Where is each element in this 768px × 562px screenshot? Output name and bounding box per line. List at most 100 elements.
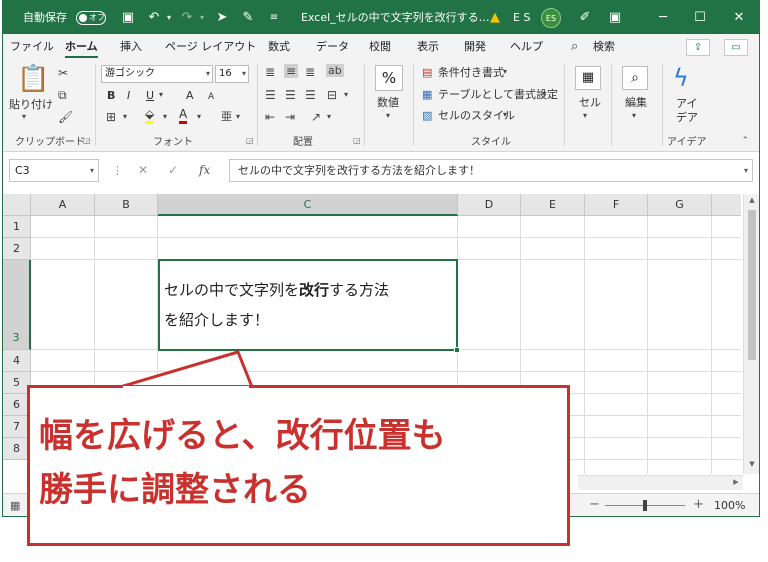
- border-icon[interactable]: ⊞: [106, 110, 116, 124]
- orientation-icon[interactable]: ↗: [311, 110, 321, 124]
- zoom-level[interactable]: 100%: [714, 499, 745, 512]
- number-dropdown-icon[interactable]: ▾: [386, 111, 390, 120]
- conditional-dropdown-icon[interactable]: ▾: [503, 67, 507, 76]
- column-header-f[interactable]: F: [585, 194, 648, 216]
- redo-icon[interactable]: ↷: [179, 10, 195, 26]
- column-header-h[interactable]: [712, 194, 741, 216]
- row-header-4[interactable]: 4: [3, 350, 31, 372]
- scroll-down-icon[interactable]: ▼: [744, 460, 759, 468]
- search-icon[interactable]: ⌕: [571, 39, 578, 54]
- ideas-icon[interactable]: ϟ: [673, 64, 689, 92]
- ribbon-display-icon[interactable]: ▣: [607, 10, 623, 26]
- phonetic-dropdown-icon[interactable]: ▾: [236, 112, 240, 121]
- percent-icon[interactable]: %: [375, 65, 403, 91]
- bold-button[interactable]: B: [107, 89, 115, 103]
- editing-button[interactable]: 編集: [625, 96, 647, 110]
- cells-dropdown-icon[interactable]: ▾: [583, 111, 587, 120]
- pointer-icon[interactable]: ➤: [214, 10, 230, 26]
- cell-styles-icon[interactable]: ▧: [422, 109, 432, 122]
- restore-icon[interactable]: ☐: [692, 10, 708, 26]
- align-center-icon[interactable]: ☰: [285, 88, 296, 102]
- tab-file[interactable]: ファイル: [10, 34, 54, 60]
- select-all-button[interactable]: [3, 194, 31, 216]
- paste-icon[interactable]: 📋: [17, 64, 49, 94]
- insert-function-button[interactable]: fx: [199, 163, 210, 177]
- tab-data[interactable]: データ: [316, 34, 349, 60]
- phonetic-icon[interactable]: 亜: [221, 108, 232, 124]
- cut-icon[interactable]: ✂: [58, 66, 68, 80]
- format-as-table-button[interactable]: テーブルとして書式設定: [438, 88, 558, 102]
- redo-dropdown-icon[interactable]: ▾: [194, 10, 210, 26]
- column-header-e[interactable]: E: [521, 194, 585, 216]
- minimize-icon[interactable]: ─: [655, 10, 671, 26]
- macro-record-icon[interactable]: ▦: [10, 499, 20, 512]
- horizontal-scrollbar[interactable]: ▶: [578, 475, 743, 490]
- row-header-2[interactable]: 2: [3, 238, 31, 260]
- number-format-button[interactable]: 数値: [377, 96, 399, 110]
- alignment-launcher-icon[interactable]: ◲: [353, 136, 361, 145]
- decrease-indent-icon[interactable]: ⇤: [265, 110, 275, 124]
- format-table-icon[interactable]: ▦: [422, 88, 432, 101]
- column-header-b[interactable]: B: [95, 194, 158, 216]
- font-name-select[interactable]: 游ゴシック ▾: [101, 65, 213, 83]
- italic-button[interactable]: I: [127, 89, 130, 103]
- row-header-3[interactable]: 3: [3, 260, 31, 350]
- underline-button[interactable]: U: [146, 89, 154, 103]
- align-bottom-icon[interactable]: ≣: [305, 65, 315, 79]
- undo-icon[interactable]: ↶: [146, 10, 162, 26]
- conditional-format-icon[interactable]: ▤: [422, 66, 432, 79]
- pen-icon[interactable]: ✐: [577, 10, 593, 26]
- column-header-a[interactable]: A: [31, 194, 95, 216]
- customize-icon[interactable]: ≡: [266, 10, 282, 26]
- save-icon[interactable]: ▣: [120, 10, 136, 26]
- share-icon[interactable]: ⇪: [686, 39, 710, 56]
- autosave-toggle[interactable]: オフ: [76, 11, 106, 25]
- tab-home[interactable]: ホーム: [65, 34, 98, 60]
- cells-button[interactable]: セル: [579, 96, 601, 110]
- underline-dropdown-icon[interactable]: ▾: [159, 90, 163, 99]
- format-painter-icon[interactable]: 🖌: [58, 110, 73, 124]
- font-color-dropdown-icon[interactable]: ▾: [197, 112, 201, 121]
- align-middle-icon[interactable]: ≡: [284, 64, 299, 78]
- increase-indent-icon[interactable]: ⇥: [285, 110, 295, 124]
- tab-insert[interactable]: 挿入: [120, 34, 142, 60]
- tab-formulas[interactable]: 数式: [268, 34, 290, 60]
- format-table-dropdown-icon[interactable]: ▾: [542, 89, 546, 98]
- font-launcher-icon[interactable]: ◲: [246, 136, 254, 145]
- copy-icon[interactable]: ⧉: [58, 88, 67, 103]
- zoom-in-icon[interactable]: +: [693, 497, 704, 512]
- close-icon[interactable]: ✕: [731, 10, 747, 26]
- column-header-d[interactable]: D: [458, 194, 521, 216]
- undo-dropdown-icon[interactable]: ▾: [161, 10, 177, 26]
- fill-dropdown-icon[interactable]: ▾: [163, 112, 167, 121]
- name-box[interactable]: C3 ▾: [9, 159, 99, 182]
- fill-color-icon[interactable]: ⬙: [145, 108, 155, 124]
- fill-handle[interactable]: [454, 347, 460, 353]
- paste-dropdown-icon[interactable]: ▾: [22, 112, 26, 121]
- comment-icon[interactable]: ▭: [724, 39, 748, 56]
- formula-input[interactable]: セルの中で文字列を改行する方法を紹介します！ ▾: [229, 159, 753, 182]
- clipboard-launcher-icon[interactable]: ◲: [83, 136, 91, 145]
- align-left-icon[interactable]: ☰: [265, 88, 276, 102]
- font-color-icon[interactable]: A: [179, 108, 188, 124]
- user-name[interactable]: E S: [513, 1, 530, 34]
- ideas-label-line2[interactable]: デア: [676, 111, 698, 125]
- editing-dropdown-icon[interactable]: ▾: [632, 111, 636, 120]
- vertical-scrollbar[interactable]: ▲ ▼: [743, 194, 759, 474]
- wrap-text-icon[interactable]: ab: [326, 64, 344, 77]
- tab-view[interactable]: 表示: [417, 34, 439, 60]
- scroll-right-icon[interactable]: ▶: [728, 478, 744, 486]
- avatar[interactable]: ES: [541, 8, 561, 28]
- conditional-format-button[interactable]: 条件付き書式: [438, 66, 504, 80]
- zoom-slider-thumb[interactable]: [643, 500, 647, 511]
- align-right-icon[interactable]: ☰: [305, 88, 316, 102]
- formula-bar-grip-icon[interactable]: ⋮: [112, 164, 123, 177]
- brush-icon[interactable]: ✎: [240, 10, 256, 26]
- cells-icon[interactable]: ▦: [575, 66, 601, 90]
- border-dropdown-icon[interactable]: ▾: [123, 112, 127, 121]
- grow-font-button[interactable]: A: [186, 89, 194, 103]
- enter-icon[interactable]: ✓: [168, 163, 178, 177]
- merge-center-icon[interactable]: ⊟: [327, 88, 337, 102]
- tab-page-layout[interactable]: ページ レイアウト: [165, 34, 256, 60]
- column-header-g[interactable]: G: [648, 194, 712, 216]
